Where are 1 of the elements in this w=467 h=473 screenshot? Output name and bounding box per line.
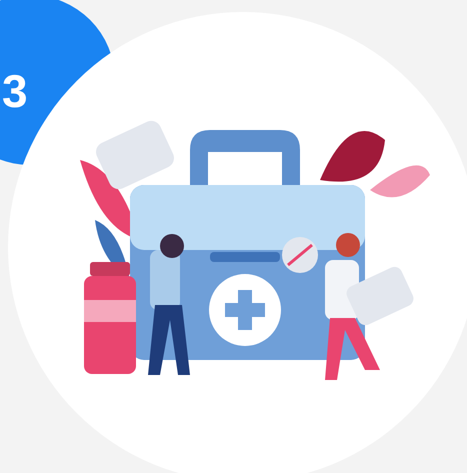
step-number: 3 [2,68,28,114]
